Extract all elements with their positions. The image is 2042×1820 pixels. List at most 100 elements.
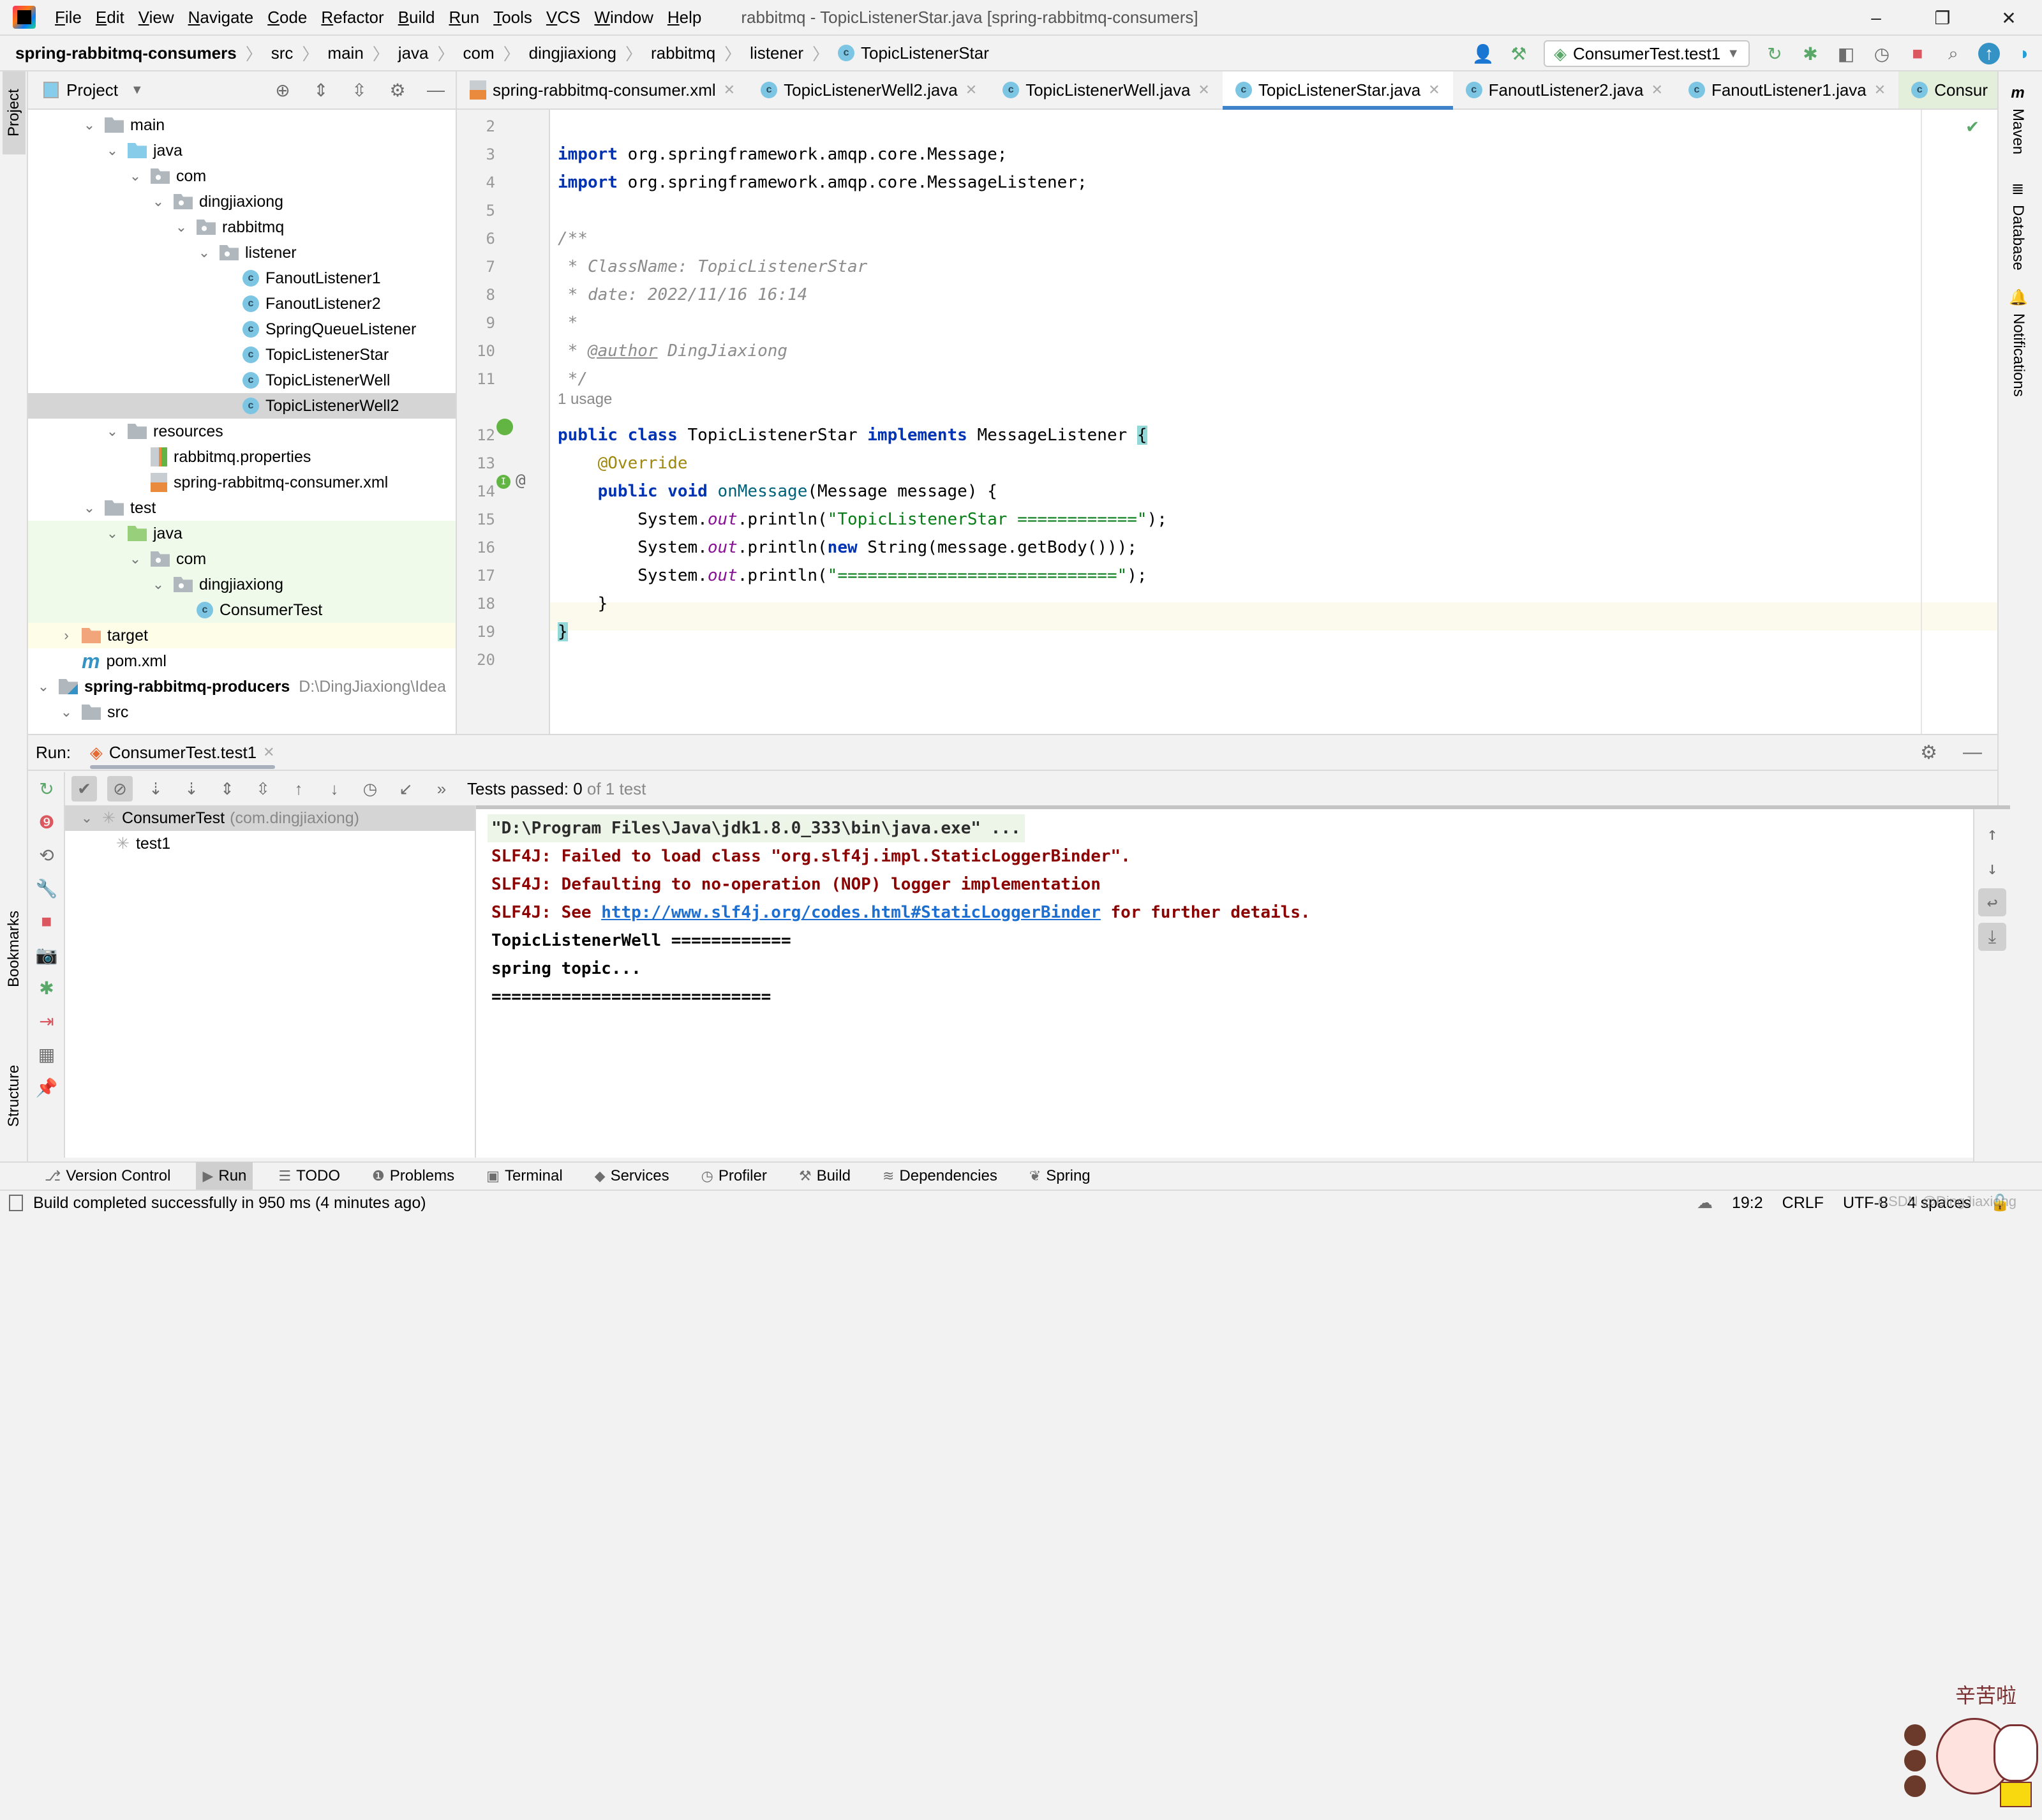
database-tool-tab[interactable]: ≣ Database [2009, 180, 2027, 271]
build-hammer-icon[interactable]: ⚒ [1508, 43, 1530, 64]
tree-item[interactable]: c FanoutListener1 [28, 265, 456, 291]
run-tab[interactable]: ◈ ConsumerTest.test1 ✕ [89, 735, 275, 770]
tool-window-version-control[interactable]: ⎇ Version Control [38, 1162, 177, 1190]
menu-run[interactable]: Run [449, 8, 480, 27]
profile-icon[interactable]: ◷ [1871, 43, 1893, 64]
caret-position[interactable]: 19:2 [1732, 1194, 1763, 1212]
run-gutter-icon[interactable] [496, 419, 513, 435]
test-tree-item[interactable]: ✳ test1 [65, 831, 475, 856]
implements-gutter-icon[interactable]: I [496, 475, 511, 489]
code-editor[interactable]: 2 3 4 5 6 7 8 9 10 11 12 13 14 15 16 17 18 19 20 import or… [457, 110, 1997, 734]
test-history-icon[interactable]: ◷ [357, 776, 383, 802]
tree-item[interactable]: c TopicListenerStar [28, 342, 456, 368]
gear-icon[interactable]: ⚙ [387, 79, 408, 101]
chevron-down-icon[interactable]: ▼ [131, 83, 144, 98]
expand-all-icon[interactable]: ⇕ [310, 79, 332, 101]
line-separator[interactable]: CRLF [1782, 1194, 1824, 1212]
tree-item[interactable]: c TopicListenerWell [28, 368, 456, 393]
maven-tool-tab[interactable]: m Maven [2009, 84, 2027, 154]
tree-item[interactable]: rabbitmq.properties [28, 444, 456, 470]
gear-icon[interactable]: ⚙ [1920, 742, 1937, 764]
code-line[interactable]: * @author DingJiaxiong [558, 337, 787, 365]
debug-export-icon[interactable]: ✱ [28, 971, 65, 1004]
tree-item[interactable]: c ConsumerTest [28, 597, 456, 623]
chevron-down-icon[interactable]: ⌄ [78, 810, 96, 826]
project-view-selector[interactable]: Project [66, 80, 118, 100]
search-icon[interactable]: ⌕ [1942, 43, 1964, 64]
coverage-icon[interactable]: ◧ [1835, 43, 1857, 64]
menu-help[interactable]: Help [667, 8, 701, 27]
menu-view[interactable]: View [138, 8, 174, 27]
menu-tools[interactable]: Tools [493, 8, 532, 27]
rerun-failed-icon[interactable]: ❾ [28, 805, 65, 839]
chevron-down-icon[interactable]: ⌄ [57, 704, 75, 720]
breadcrumb-item[interactable]: com [463, 43, 495, 63]
minimize-button[interactable]: – [1843, 0, 1909, 36]
code-line[interactable]: public class TopicListenerStar implement… [558, 421, 1147, 449]
show-ignored-icon[interactable]: ⊘ [107, 776, 133, 802]
breadcrumb-item[interactable]: src [271, 43, 294, 63]
chevron-down-icon[interactable]: ⌄ [103, 423, 121, 440]
tool-window-run[interactable]: ▶ Run [196, 1162, 253, 1190]
scroll-to-end-icon[interactable]: ⤓ [1978, 923, 2006, 951]
close-icon[interactable]: ✕ [724, 82, 735, 98]
code-line[interactable]: import org.springframework.amqp.core.Mes… [558, 168, 1087, 197]
test-tree-item[interactable]: ⌄ ✳ ConsumerTest (com.dingjiaxiong) [65, 805, 475, 831]
console-link[interactable]: http://www.slf4j.org/codes.html#StaticLo… [601, 903, 1101, 922]
code-line[interactable]: } [558, 590, 608, 618]
update-icon[interactable]: ↑ [1978, 43, 2000, 64]
tree-item[interactable]: c SpringQueueListener [28, 317, 456, 342]
tree-item[interactable]: ⌄ com [28, 163, 456, 189]
close-icon[interactable]: ✕ [1651, 82, 1663, 98]
chevron-down-icon[interactable]: ⌄ [195, 244, 213, 261]
code-line[interactable]: import org.springframework.amqp.core.Mes… [558, 140, 1007, 168]
run-config-selector[interactable]: ◈ ConsumerTest.test1 ▼ [1543, 40, 1750, 67]
close-icon[interactable]: ✕ [263, 744, 274, 761]
console-output[interactable]: "D:\Program Files\Java\jdk1.8.0_333\bin\… [476, 805, 2010, 1161]
toggle-auto-test-icon[interactable]: ⟲ [28, 839, 65, 872]
project-tool-tab[interactable]: Project [3, 71, 26, 154]
restore-button[interactable]: ❐ [1909, 0, 1976, 36]
breadcrumb-item[interactable]: dingjiaxiong [529, 43, 616, 63]
editor-tab[interactable]: spring-rabbitmq-consumer.xml ✕ [457, 71, 748, 108]
tree-item[interactable]: ⌄ spring-rabbitmq-producers D:\DingJiaxion… [28, 674, 456, 699]
status-toggle-icon[interactable] [9, 1195, 23, 1211]
tree-item[interactable]: ⌄ listener [28, 240, 456, 265]
tree-item[interactable]: m pom.xml [28, 648, 456, 674]
code-line[interactable]: * ClassName: TopicListenerStar [558, 253, 868, 281]
menu-navigate[interactable]: Navigate [188, 8, 254, 27]
code-line[interactable]: * [558, 309, 578, 337]
status-message[interactable]: Build completed successfully in 950 ms (… [33, 1194, 426, 1212]
tool-window-dependencies[interactable]: ≋ Dependencies [876, 1162, 1004, 1190]
breadcrumb-item[interactable]: listener [750, 43, 803, 63]
bookmarks-tool-tab[interactable]: Bookmarks [3, 895, 26, 1003]
breadcrumb-item[interactable]: c TopicListenerStar [838, 43, 989, 63]
tree-item[interactable]: ⌄ java [28, 521, 456, 546]
chevron-down-icon[interactable]: ⌄ [149, 576, 167, 593]
notifications-tool-tab[interactable]: 🔔 Notifications [2009, 288, 2028, 397]
show-passed-icon[interactable]: ✔ [71, 776, 97, 802]
editor-tab[interactable]: c Consur [1898, 71, 2001, 108]
locate-file-icon[interactable]: ⊕ [272, 79, 294, 101]
previous-failed-icon[interactable]: ↑ [286, 776, 311, 802]
close-icon[interactable]: ✕ [965, 82, 977, 98]
code-line[interactable]: /** [558, 225, 588, 253]
chevron-down-icon[interactable]: ⌄ [80, 117, 98, 133]
cloud-settings-icon[interactable]: ☁ [1697, 1193, 1713, 1212]
collapse-all-icon[interactable]: ⇳ [250, 776, 276, 802]
menu-refactor[interactable]: Refactor [321, 8, 384, 27]
tree-item[interactable]: spring-rabbitmq-consumer.xml [28, 470, 456, 495]
code-line[interactable]: @Override [558, 449, 688, 477]
editor-tab[interactable]: c TopicListenerWell.java ✕ [990, 71, 1223, 108]
wrench-icon[interactable]: 🔧 [28, 872, 65, 905]
sort-duration-icon[interactable]: ⇣ [179, 776, 204, 802]
rerun-icon[interactable]: ↻ [28, 772, 65, 805]
menu-vcs[interactable]: VCS [546, 8, 580, 27]
camera-icon[interactable]: 📷 [28, 938, 65, 971]
tree-item[interactable]: ⌄ test [28, 495, 456, 521]
code-line[interactable]: */ [558, 365, 588, 393]
stop-icon[interactable]: ■ [1907, 43, 1928, 64]
collapse-all-icon[interactable]: ⇳ [348, 79, 370, 101]
tree-item[interactable]: ⌄ dingjiaxiong [28, 572, 456, 597]
tree-item[interactable]: c TopicListenerWell2 [28, 393, 456, 419]
